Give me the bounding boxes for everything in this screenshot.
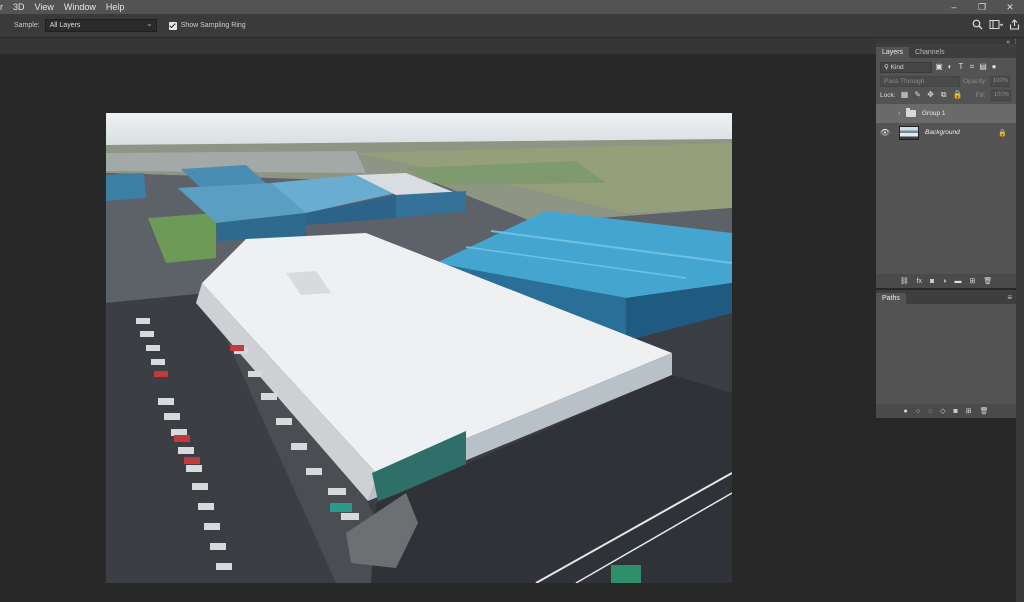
folder-icon[interactable]: ▬ xyxy=(955,278,962,285)
sampling-ring-checkbox[interactable]: Show Sampling Ring xyxy=(168,21,246,30)
blend-row: Pass Through Opacity: 100% xyxy=(876,74,1016,88)
chevron-right-icon[interactable]: › xyxy=(898,110,906,117)
lock-icon: 🔒 xyxy=(998,129,1007,137)
stroke-path-icon[interactable]: ○ xyxy=(916,408,920,415)
new-layer-icon[interactable]: ⊞ xyxy=(970,277,976,285)
adjustment-icon[interactable]: ◑ xyxy=(942,278,946,285)
layers-footer: ⛓ fx ◙ ◑ ▬ ⊞ 🗑 xyxy=(876,274,1016,288)
blend-mode-select[interactable]: Pass Through xyxy=(880,75,960,87)
fill-label: Fill: xyxy=(975,91,986,99)
paths-panel: Paths ≡ ● ○ ◌ ◇ ◙ ⊞ 🗑 xyxy=(876,290,1016,418)
tab-paths[interactable]: Paths xyxy=(876,293,906,304)
panel-menu-icon[interactable]: ≡ xyxy=(1007,293,1012,304)
document-image-aerial-warehouse[interactable] xyxy=(106,113,732,583)
paths-footer: ● ○ ◌ ◇ ◙ ⊞ 🗑 xyxy=(876,404,1016,418)
work-path-icon[interactable]: ◇ xyxy=(940,407,945,415)
eye-icon[interactable]: 👁 xyxy=(879,128,891,137)
trash-icon[interactable]: 🗑 xyxy=(980,407,989,415)
workspace-icon[interactable] xyxy=(989,19,1004,33)
fill-field[interactable]: 100% xyxy=(990,89,1011,101)
opacity-label: Opacity: xyxy=(963,77,987,85)
selection-icon[interactable]: ◌ xyxy=(928,408,932,415)
type-filter-icon[interactable]: T xyxy=(957,63,965,71)
mask-icon[interactable]: ◙ xyxy=(954,408,958,415)
menu-help[interactable]: Help xyxy=(101,2,130,12)
window-controls: – ❐ ✕ xyxy=(940,0,1024,14)
lock-transparency-icon[interactable]: ▦ xyxy=(901,91,909,99)
restore-icon[interactable]: ❐ xyxy=(968,0,996,14)
adjustment-filter-icon[interactable]: ◐ xyxy=(946,63,954,71)
menu-bar: r 3D View Window Help – ❐ ✕ xyxy=(0,0,1024,14)
lock-position-icon[interactable]: ✥ xyxy=(927,91,935,99)
opacity-field[interactable]: 100% xyxy=(989,75,1010,87)
menu-view[interactable]: View xyxy=(30,2,59,12)
lock-paint-icon[interactable]: ✎ xyxy=(914,91,922,99)
fill-path-icon[interactable]: ● xyxy=(903,408,907,415)
kind-label: Kind xyxy=(890,63,904,71)
sample-label: Sample: xyxy=(14,22,40,29)
sample-select[interactable]: All Layers xyxy=(44,18,157,32)
top-right-icons xyxy=(972,14,1020,38)
lock-all-icon[interactable]: 🔒 xyxy=(953,91,963,99)
lock-label: Lock: xyxy=(880,91,896,99)
layer-name: Background xyxy=(925,129,960,136)
menu-3d[interactable]: 3D xyxy=(8,2,30,12)
layer-thumbnail xyxy=(899,125,919,140)
layers-panel-tabs: Layers Channels xyxy=(876,44,1016,58)
shape-filter-icon[interactable]: ⌗ xyxy=(968,63,976,71)
filter-toggle-icon[interactable]: ● xyxy=(990,63,998,71)
options-bar: Sample: All Layers Show Sampling Ring xyxy=(0,14,1024,38)
tab-layers[interactable]: Layers xyxy=(876,47,910,58)
lock-row: Lock: ▦ ✎ ✥ ⧉ 🔒 Fill: 100% xyxy=(876,88,1016,102)
trash-icon[interactable]: 🗑 xyxy=(983,277,992,285)
link-icon[interactable]: ⛓ xyxy=(900,277,909,285)
layer-row-group-1[interactable]: › Group 1 xyxy=(876,104,1016,123)
folder-icon xyxy=(906,108,916,117)
close-icon[interactable]: ✕ xyxy=(996,0,1024,14)
layer-row-background[interactable]: 👁 Background 🔒 xyxy=(876,123,1016,142)
mask-icon[interactable]: ◙ xyxy=(930,278,934,285)
layer-filter-row: ⚲ Kind ▣ ◐ T ⌗ ▤ ● xyxy=(876,60,1016,74)
search-icon[interactable] xyxy=(972,19,983,33)
menu-window[interactable]: Window xyxy=(59,2,101,12)
panel-dock: « ✕ Layers Channels ⚲ Kind ▣ ◐ T ⌗ ▤ ● P… xyxy=(876,38,1024,602)
kind-filter-select[interactable]: ⚲ Kind xyxy=(880,61,932,73)
minimize-icon[interactable]: – xyxy=(940,0,968,14)
smart-object-filter-icon[interactable]: ▤ xyxy=(979,63,987,71)
new-path-icon[interactable]: ⊞ xyxy=(966,407,972,415)
menu-type[interactable]: r xyxy=(0,2,8,12)
layer-name: Group 1 xyxy=(922,110,946,117)
lock-artboard-icon[interactable]: ⧉ xyxy=(940,91,948,99)
tab-channels[interactable]: Channels xyxy=(909,47,951,58)
paths-header: Paths ≡ xyxy=(876,290,1016,304)
document-tab-strip xyxy=(0,38,876,54)
checkbox-icon[interactable] xyxy=(168,21,177,30)
layers-panel: Layers Channels ⚲ Kind ▣ ◐ T ⌗ ▤ ● Pass … xyxy=(876,44,1016,288)
pixel-filter-icon[interactable]: ▣ xyxy=(935,63,943,71)
fx-icon[interactable]: fx xyxy=(917,278,922,285)
panel-icon-strip xyxy=(1016,38,1024,602)
sampling-ring-label: Show Sampling Ring xyxy=(180,22,246,29)
share-icon[interactable] xyxy=(1009,19,1020,33)
